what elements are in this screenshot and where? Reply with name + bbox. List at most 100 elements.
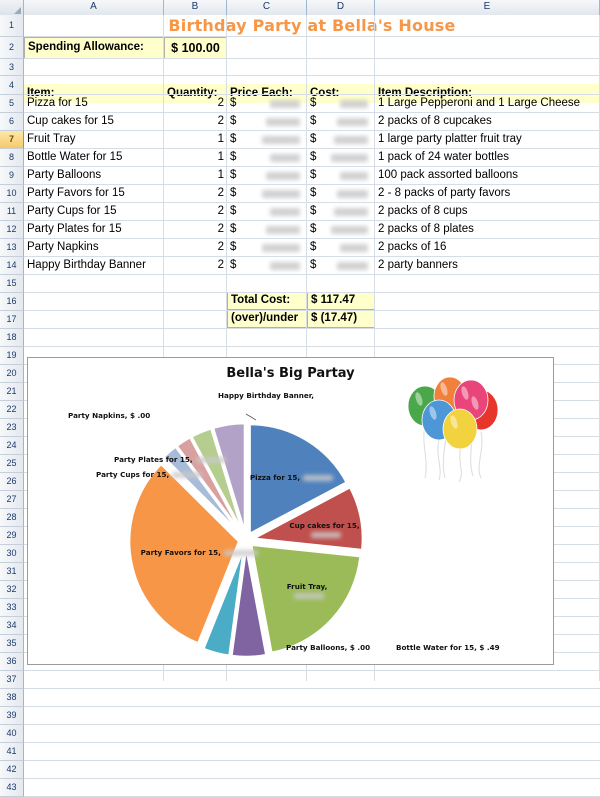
cell-price-11[interactable]: $ [227,203,307,221]
cell-cost-14[interactable]: $ [307,257,375,275]
row-header-1[interactable]: 1 [0,15,24,37]
cell-item-5[interactable]: Pizza for 15 [24,95,164,113]
cell-description-8[interactable]: 1 pack of 24 water bottles [375,149,600,167]
row-header-25[interactable]: 25 [0,455,24,473]
column-header-row[interactable]: A B C D E [0,0,600,15]
cell-description-7[interactable]: 1 large party platter fruit tray [375,131,600,149]
row-header-38[interactable]: 38 [0,689,24,707]
cell-item-13[interactable]: Party Napkins [24,239,164,257]
row-header-column[interactable]: 1 2 3 4 5 6 7 8 9 10 11 12 13 14 15 16 17 18 19 20 21 22 23 24 2… [0,15,24,797]
row-header-16[interactable]: 16 [0,293,24,311]
cell-price-7[interactable]: $ [227,131,307,149]
row-header-2[interactable]: 2 [0,37,24,59]
cell-quantity-12[interactable]: 2 [164,221,227,239]
cell-cost-12[interactable]: $ [307,221,375,239]
row-header-12[interactable]: 12 [0,221,24,239]
cell-quantity-14[interactable]: 2 [164,257,227,275]
cell-price-9[interactable]: $ [227,167,307,185]
row-header-40[interactable]: 40 [0,725,24,743]
cell-price-14[interactable]: $ [227,257,307,275]
row-header-27[interactable]: 27 [0,491,24,509]
column-header-c[interactable]: C [227,0,307,15]
row-header-37[interactable]: 37 [0,671,24,689]
row-header-31[interactable]: 31 [0,563,24,581]
row-header-36[interactable]: 36 [0,653,24,671]
cell-cost-5[interactable]: $ [307,95,375,113]
row-header-15[interactable]: 15 [0,275,24,293]
row-header-5[interactable]: 5 [0,95,24,113]
row-header-23[interactable]: 23 [0,419,24,437]
cell-price-6[interactable]: $ [227,113,307,131]
cell-cost-11[interactable]: $ [307,203,375,221]
row-header-42[interactable]: 42 [0,761,24,779]
row-header-33[interactable]: 33 [0,599,24,617]
row-header-9[interactable]: 9 [0,167,24,185]
row-header-24[interactable]: 24 [0,437,24,455]
row-header-11[interactable]: 11 [0,203,24,221]
row-header-4[interactable]: 4 [0,76,24,95]
cell-item-6[interactable]: Cup cakes for 15 [24,113,164,131]
column-header-a[interactable]: A [24,0,164,15]
cell-cost-13[interactable]: $ [307,239,375,257]
row-header-21[interactable]: 21 [0,383,24,401]
row-header-29[interactable]: 29 [0,527,24,545]
cell-price-12[interactable]: $ [227,221,307,239]
column-header-b[interactable]: B [164,0,227,15]
row-header-17[interactable]: 17 [0,311,24,329]
row-header-39[interactable]: 39 [0,707,24,725]
allowance-value[interactable]: $ 100.00 [164,37,227,59]
cell-quantity-5[interactable]: 2 [164,95,227,113]
row-header-43[interactable]: 43 [0,779,24,797]
cell-item-12[interactable]: Party Plates for 15 [24,221,164,239]
cell-quantity-13[interactable]: 2 [164,239,227,257]
cell-description-14[interactable]: 2 party banners [375,257,600,275]
cell-quantity-11[interactable]: 2 [164,203,227,221]
cell-quantity-9[interactable]: 1 [164,167,227,185]
row-header-32[interactable]: 32 [0,581,24,599]
cell-quantity-8[interactable]: 1 [164,149,227,167]
cell-item-9[interactable]: Party Balloons [24,167,164,185]
row-header-10[interactable]: 10 [0,185,24,203]
cell-cost-10[interactable]: $ [307,185,375,203]
row-header-18[interactable]: 18 [0,329,24,347]
row-header-13[interactable]: 13 [0,239,24,257]
cell-item-14[interactable]: Happy Birthday Banner [24,257,164,275]
row-header-6[interactable]: 6 [0,113,24,131]
cell-description-13[interactable]: 2 packs of 16 [375,239,600,257]
row-header-7[interactable]: 7 [0,131,24,149]
cell-description-5[interactable]: 1 Large Pepperoni and 1 Large Cheese [375,95,600,113]
row-header-3[interactable]: 3 [0,59,24,76]
row-header-28[interactable]: 28 [0,509,24,527]
row-header-22[interactable]: 22 [0,401,24,419]
total-cost-value[interactable]: $ 117.47 [307,292,375,310]
over-under-value[interactable]: $ (17.47) [307,310,375,328]
column-header-e[interactable]: E [375,0,600,15]
cell-cost-7[interactable]: $ [307,131,375,149]
cell-cost-6[interactable]: $ [307,113,375,131]
row-header-26[interactable]: 26 [0,473,24,491]
row-header-34[interactable]: 34 [0,617,24,635]
cell-description-12[interactable]: 2 packs of 8 plates [375,221,600,239]
row-header-35[interactable]: 35 [0,635,24,653]
select-all-corner[interactable] [0,0,24,15]
row-header-8[interactable]: 8 [0,149,24,167]
cell-description-9[interactable]: 100 pack assorted balloons [375,167,600,185]
cell-description-11[interactable]: 2 packs of 8 cups [375,203,600,221]
cell-quantity-7[interactable]: 1 [164,131,227,149]
row-header-41[interactable]: 41 [0,743,24,761]
row-header-30[interactable]: 30 [0,545,24,563]
cell-price-5[interactable]: $ [227,95,307,113]
cell-item-8[interactable]: Bottle Water for 15 [24,149,164,167]
cell-price-8[interactable]: $ [227,149,307,167]
cell-quantity-6[interactable]: 2 [164,113,227,131]
row-header-20[interactable]: 20 [0,365,24,383]
spreadsheet[interactable]: A B C D E 1 2 3 4 5 6 7 8 9 10 11 12 13 14 15 16 17 18 19 2… [0,0,600,797]
row-header-19[interactable]: 19 [0,347,24,365]
cell-item-10[interactable]: Party Favors for 15 [24,185,164,203]
cell-quantity-10[interactable]: 2 [164,185,227,203]
cell-item-11[interactable]: Party Cups for 15 [24,203,164,221]
row-header-14[interactable]: 14 [0,257,24,275]
chart-object[interactable]: Bella's Big Partay Pizza for 15, Cup cake… [27,357,554,665]
cell-item-7[interactable]: Fruit Tray [24,131,164,149]
cell-price-10[interactable]: $ [227,185,307,203]
